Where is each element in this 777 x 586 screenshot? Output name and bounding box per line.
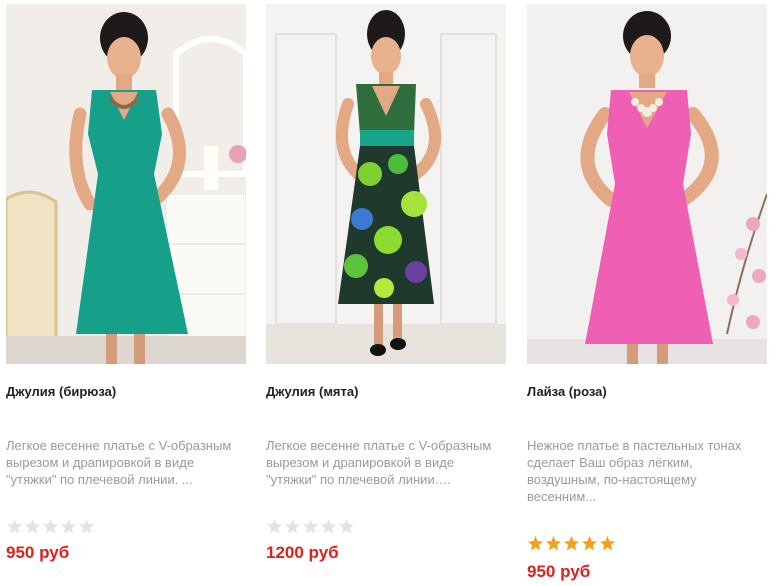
star-icon[interactable] xyxy=(42,518,59,535)
product-price: 950 руб xyxy=(527,562,591,581)
rating-stars[interactable] xyxy=(266,518,355,535)
star-icon[interactable] xyxy=(599,535,616,552)
rating-stars[interactable] xyxy=(6,518,95,535)
star-icon[interactable] xyxy=(284,518,301,535)
product-description: Легкое весенне платье с V-образным вырез… xyxy=(266,438,492,487)
product-photo[interactable] xyxy=(6,4,246,364)
product-title[interactable]: Джулия (бирюза) xyxy=(6,384,116,399)
star-icon[interactable] xyxy=(24,518,41,535)
product-price: 950 руб xyxy=(6,543,70,562)
star-icon[interactable] xyxy=(581,535,598,552)
product-photo[interactable] xyxy=(527,4,767,364)
star-icon[interactable] xyxy=(545,535,562,552)
star-icon[interactable] xyxy=(78,518,95,535)
star-icon[interactable] xyxy=(320,518,337,535)
product-title[interactable]: Джулия (мята) xyxy=(266,384,358,399)
star-icon[interactable] xyxy=(527,535,544,552)
product-photo[interactable] xyxy=(266,4,506,364)
star-icon[interactable] xyxy=(338,518,355,535)
product-description: Нежное платье в пастельных тонах сделает… xyxy=(527,438,742,504)
star-icon[interactable] xyxy=(266,518,283,535)
rating-stars[interactable] xyxy=(527,535,616,552)
product-description: Легкое весенне платье с V-образным вырез… xyxy=(6,438,232,487)
star-icon[interactable] xyxy=(60,518,77,535)
star-icon[interactable] xyxy=(563,535,580,552)
product-title[interactable]: Лайза (роза) xyxy=(527,384,607,399)
product-price: 1200 руб xyxy=(266,543,339,562)
star-icon[interactable] xyxy=(302,518,319,535)
star-icon[interactable] xyxy=(6,518,23,535)
